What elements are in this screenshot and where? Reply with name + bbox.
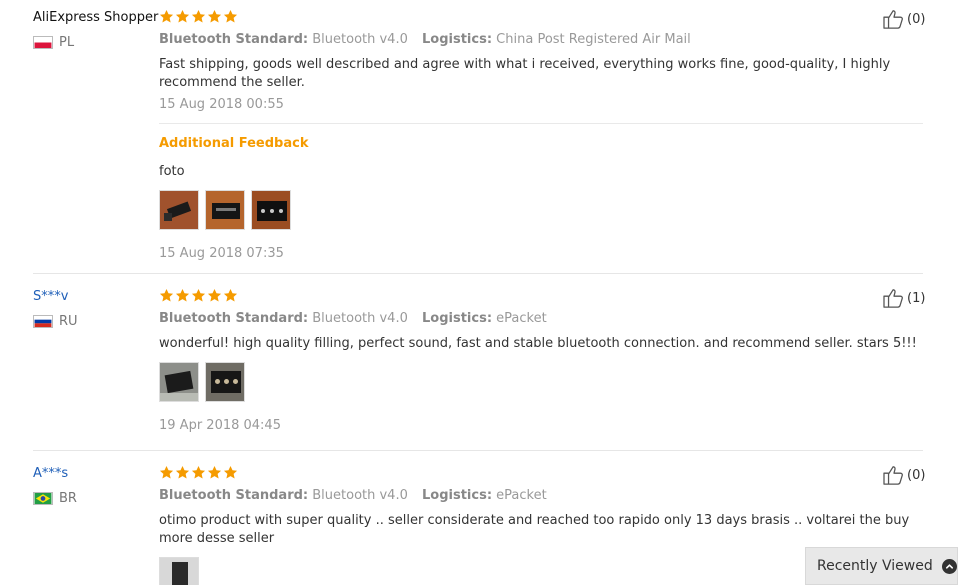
helpful-button[interactable]: (0) [883,465,925,485]
additional-feedback-title: Additional Feedback [159,136,309,151]
country-code: RU [59,314,78,329]
prop-key: Bluetooth Standard: [159,32,309,47]
review-text: otimo product with super quality .. sell… [159,513,910,546]
prop-value: Bluetooth v4.0 [312,311,408,326]
review-photo[interactable] [251,190,291,230]
review-user: S***v RU [33,288,157,329]
review-photos [159,362,245,402]
prop-value: ePacket [496,488,547,503]
thumbs-up-icon [883,466,903,485]
review-date: 15 Aug 2018 00:55 [159,97,284,112]
review-item: AliExpress Shopper PL (0) Bluetooth Stan… [0,0,958,273]
review-user: AliExpress Shopper PL [33,9,159,50]
prop-key: Bluetooth Standard: [159,311,309,326]
prop-key: Logistics: [422,311,493,326]
additional-feedback-date: 15 Aug 2018 07:35 [159,246,284,261]
country-code: PL [59,35,75,50]
review-country: BR [33,491,157,506]
star-icon [207,9,222,23]
star-icon [159,288,174,302]
review-country: PL [33,35,157,50]
prop-value: China Post Registered Air Mail [496,32,691,47]
review-properties: Bluetooth Standard: Bluetooth v4.0 Logis… [159,32,701,47]
helpful-count: (0) [907,11,926,27]
star-rating [159,465,238,480]
prop-key: Bluetooth Standard: [159,488,309,503]
prop-key: Logistics: [422,32,493,47]
review-item: S***v RU (1) Bluetooth Standard: Bluetoo… [0,274,958,450]
flag-br-icon [33,492,53,505]
chevron-up-icon [941,558,957,574]
star-icon [191,465,206,479]
review-username[interactable]: A***s [33,465,157,483]
star-icon [223,288,238,302]
review-properties: Bluetooth Standard: Bluetooth v4.0 Logis… [159,488,557,503]
review-date: 19 Apr 2018 04:45 [159,418,281,433]
star-icon [175,465,190,479]
prop-value: Bluetooth v4.0 [312,32,408,47]
review-country: RU [33,314,157,329]
review-photos [159,557,199,585]
thumbs-up-icon [883,10,903,29]
review-text: Fast shipping, goods well described and … [159,57,891,90]
flag-ru-icon [33,315,53,328]
review-properties: Bluetooth Standard: Bluetooth v4.0 Logis… [159,311,557,326]
prop-value: Bluetooth v4.0 [312,488,408,503]
star-rating [159,9,238,24]
review-username[interactable]: S***v [33,288,157,306]
star-icon [223,465,238,479]
helpful-button[interactable]: (0) [883,9,925,29]
country-code: BR [59,491,77,506]
helpful-count: (1) [907,290,926,306]
review-username: AliExpress Shopper [33,10,159,25]
helpful-button[interactable]: (1) [883,288,925,308]
prop-key: Logistics: [422,488,493,503]
review-text: wonderful! high quality filling, perfect… [159,336,917,351]
additional-feedback-text: foto [159,164,185,179]
star-icon [207,465,222,479]
recently-viewed-tab[interactable]: Recently Viewed [805,547,958,585]
star-rating [159,288,238,303]
recently-viewed-label: Recently Viewed [817,558,933,574]
star-icon [175,288,190,302]
divider [159,123,923,124]
review-photo[interactable] [159,557,199,585]
flag-pl-icon [33,36,53,49]
star-icon [223,9,238,23]
review-photo[interactable] [159,190,199,230]
star-icon [207,288,222,302]
review-user: A***s BR [33,465,157,506]
star-icon [159,465,174,479]
review-photo[interactable] [205,190,245,230]
review-photo[interactable] [159,362,199,402]
reviews-page: AliExpress Shopper PL (0) Bluetooth Stan… [0,0,958,585]
star-icon [191,9,206,23]
thumbs-up-icon [883,289,903,308]
review-photo[interactable] [205,362,245,402]
prop-value: ePacket [496,311,547,326]
star-icon [191,288,206,302]
star-icon [159,9,174,23]
star-icon [175,9,190,23]
helpful-count: (0) [907,467,926,483]
review-photos [159,190,291,230]
